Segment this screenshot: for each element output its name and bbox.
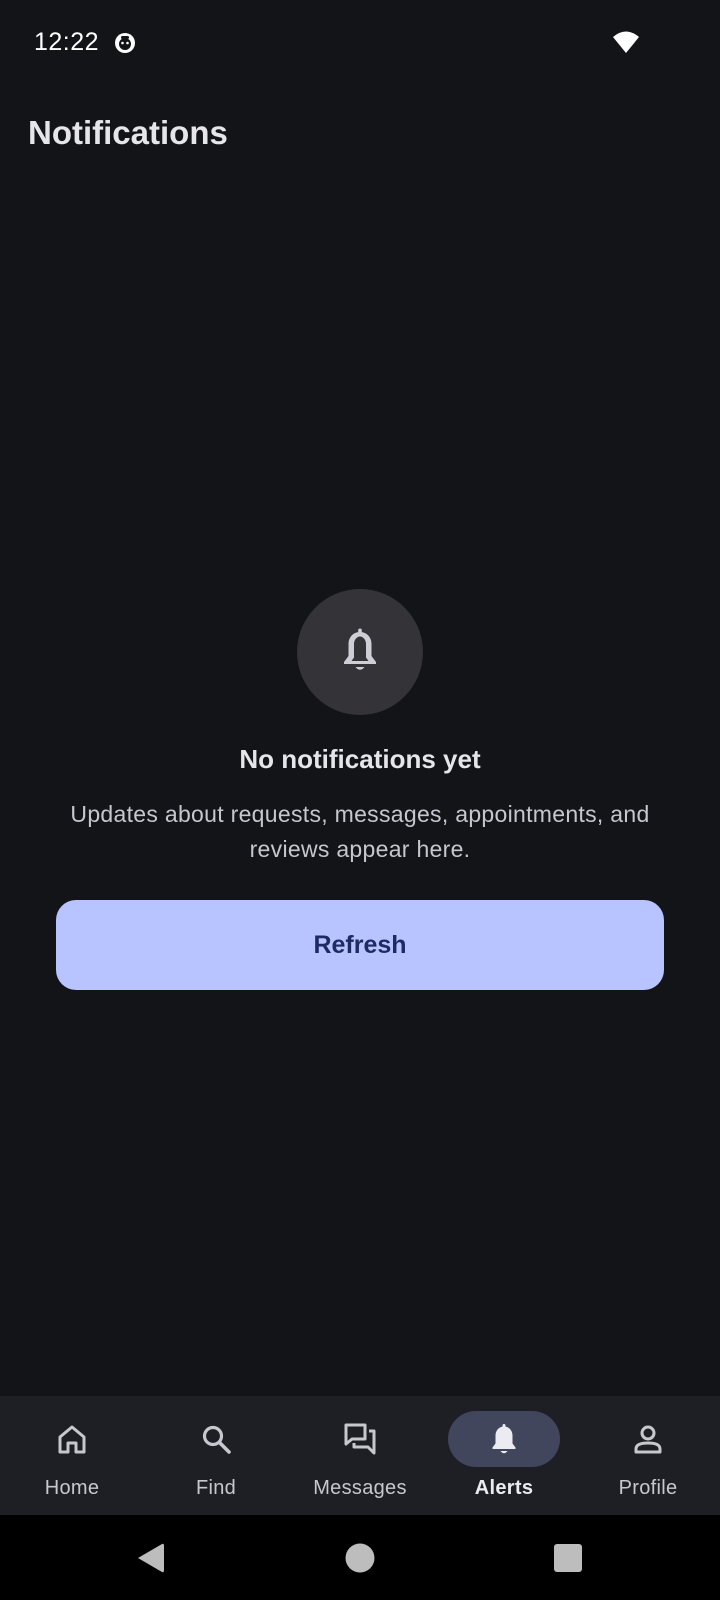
nav-item-alerts[interactable]: Alerts [432,1396,576,1515]
nav-item-messages[interactable]: Messages [288,1396,432,1515]
search-icon [202,1425,231,1454]
nav-icon-container [592,1411,704,1467]
nav-label-find: Find [195,1477,237,1499]
home-icon [58,1425,86,1454]
app-notification-icon [115,33,135,53]
refresh-button-label: Refresh [313,930,407,959]
nav-label-alerts: Alerts [474,1477,534,1499]
nav-item-home[interactable]: Home [0,1396,144,1515]
nav-label-profile: Profile [618,1477,678,1499]
nav-active-pill [448,1411,560,1467]
bell-icon [492,1424,516,1454]
empty-state-icon-circle [297,589,423,715]
page-title: Notifications [28,114,228,151]
back-icon[interactable] [136,1542,166,1574]
recents-icon[interactable] [554,1544,582,1572]
nav-label-messages: Messages [313,1477,407,1499]
empty-state-title: No notifications yet [239,744,481,774]
status-time: 12:22 [34,28,100,56]
nav-label-home: Home [44,1477,100,1499]
home-circle-icon[interactable] [345,1543,375,1573]
nav-icon-container [304,1411,416,1467]
bottom-navigation: Home Find Messages Alerts Profile [0,1396,720,1515]
nav-icon-container [160,1411,272,1467]
system-navigation-bar [0,1515,720,1600]
bell-icon [344,628,376,670]
profile-icon [634,1425,662,1454]
nav-icon-container [16,1411,128,1467]
refresh-button[interactable]: Refresh [56,900,664,990]
notifications-screen: 12:22 Notifications No notifications yet… [0,0,720,1600]
status-bar: 12:22 [0,0,720,88]
wifi-icon [613,31,639,53]
messages-icon [344,1423,376,1455]
nav-item-profile[interactable]: Profile [576,1396,720,1515]
nav-item-find[interactable]: Find [144,1396,288,1515]
empty-state-description: Updates about requests, messages, appoin… [70,801,650,862]
